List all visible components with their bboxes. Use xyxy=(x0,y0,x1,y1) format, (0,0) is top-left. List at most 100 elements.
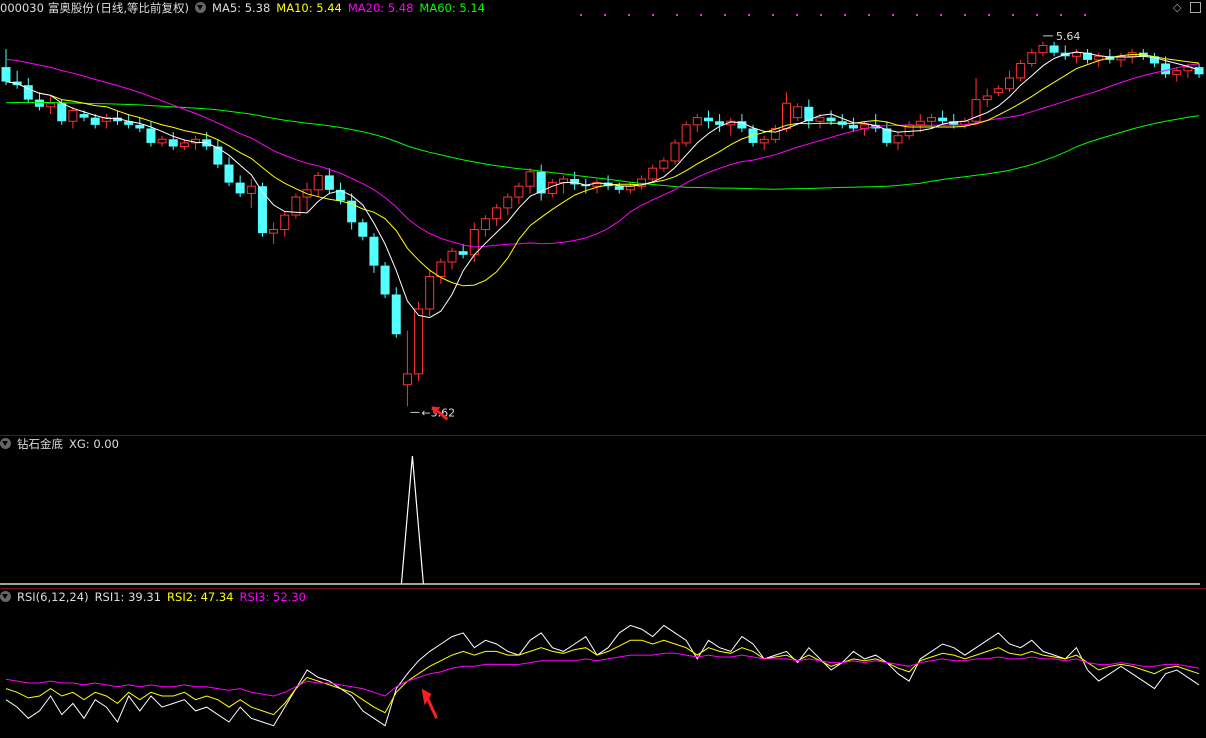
candle-body xyxy=(380,265,390,295)
candle-body xyxy=(1049,45,1059,53)
price-mode: (日线,等比前复权) xyxy=(95,1,190,15)
indicator-panel: 钻石金底 XG: 0.00 xyxy=(0,436,1206,588)
candle-body xyxy=(135,124,145,129)
candle-body xyxy=(235,182,245,194)
candle-body xyxy=(692,117,702,126)
candle-body xyxy=(514,185,524,198)
candle-body xyxy=(1161,63,1171,75)
candle-body xyxy=(759,138,769,144)
candle-body xyxy=(480,218,490,231)
candle-body xyxy=(425,275,435,310)
signal-dot xyxy=(724,14,726,16)
candle-body xyxy=(625,185,635,191)
signal-dot xyxy=(964,14,966,16)
candle-body xyxy=(391,294,401,335)
candle-body xyxy=(257,186,267,234)
candle-body xyxy=(46,102,56,108)
ma20-label: MA20: xyxy=(347,1,385,15)
candle-body xyxy=(670,142,680,162)
rsi3-line xyxy=(5,652,1200,697)
candle-body xyxy=(157,138,167,144)
candle-body xyxy=(369,236,379,266)
signal-dot xyxy=(652,14,654,16)
signal-dot xyxy=(868,14,870,16)
candlestick-panel: 000030 富奥股份 (日线,等比前复权) MA5: 5.38 MA10: 5.44 M… xyxy=(0,0,1206,435)
dropdown-icon[interactable] xyxy=(0,591,11,602)
candle-body xyxy=(525,171,535,187)
candle-body xyxy=(213,146,223,165)
signal-dot xyxy=(748,14,750,16)
candle-body xyxy=(168,139,178,147)
candle-body xyxy=(1194,67,1204,75)
xg-label: XG: xyxy=(69,437,90,451)
stock-code: 000030 xyxy=(0,1,44,15)
ma10-value: 5.44 xyxy=(316,1,342,15)
ma60-label: MA60: xyxy=(419,1,456,15)
candle-body xyxy=(224,164,234,183)
candle-body xyxy=(414,308,424,375)
ma20-line xyxy=(5,58,1200,248)
ma5-value: 5.38 xyxy=(244,1,271,15)
candle-body xyxy=(1094,55,1104,61)
candle-body xyxy=(614,186,624,190)
rsi2-value: 47.34 xyxy=(200,590,234,604)
candle-body xyxy=(269,229,279,234)
candle-body xyxy=(79,114,89,118)
candle-body xyxy=(715,121,725,125)
candle-body xyxy=(34,99,44,107)
candlestick-chart: 5.64←3.62 xyxy=(1,14,1204,421)
dropdown-icon[interactable] xyxy=(195,2,207,13)
ma5-label: MA5: xyxy=(212,1,242,15)
candle-body xyxy=(848,124,858,129)
ma10-label: MA10: xyxy=(276,1,313,15)
signal-dot xyxy=(988,14,990,16)
candle-body xyxy=(1172,70,1182,75)
signal-dot xyxy=(700,14,702,16)
candle-body xyxy=(402,373,412,386)
candle-body xyxy=(648,167,658,180)
rsi-header: RSI(6,12,24) RSI1: 39.31 RSI2: 47.34 RSI3: … xyxy=(0,589,312,605)
candle-body xyxy=(324,175,334,190)
candle-body xyxy=(1005,77,1014,90)
rsi3-value: 52.30 xyxy=(273,590,306,604)
signal-dot xyxy=(1060,14,1062,16)
candle-body xyxy=(179,142,189,148)
rsi1-label: RSI1: xyxy=(94,590,125,604)
diamond-icon[interactable]: ◇ xyxy=(1173,1,1181,14)
candle-body xyxy=(1038,44,1048,54)
signal-dot xyxy=(892,14,894,16)
ma10-line xyxy=(5,53,1200,287)
candle-body xyxy=(681,124,691,144)
candle-body xyxy=(703,117,713,122)
xg-value: 0.00 xyxy=(93,437,119,451)
candle-body xyxy=(1027,52,1037,65)
candle-body xyxy=(1016,63,1026,79)
signal-dot xyxy=(580,14,582,16)
candle-body xyxy=(915,120,925,126)
candle-body xyxy=(659,160,669,169)
signal-dot xyxy=(1084,14,1086,16)
candle-body xyxy=(68,109,78,122)
candle-body xyxy=(90,117,100,125)
signal-dot xyxy=(820,14,822,16)
dropdown-icon[interactable] xyxy=(0,438,11,449)
stock-name: 富奥股份 xyxy=(47,1,94,15)
signal-dot xyxy=(1012,14,1014,16)
candle-body xyxy=(313,174,323,191)
candle-body xyxy=(982,95,992,101)
ma60-value: 5.14 xyxy=(459,1,485,15)
candle-body xyxy=(246,185,256,194)
candle-body xyxy=(458,251,468,255)
candle-body xyxy=(358,222,368,237)
signal-dot xyxy=(604,14,606,16)
rsi1-value: 39.31 xyxy=(128,590,162,604)
candle-body xyxy=(893,135,903,144)
rsi-panel: RSI(6,12,24) RSI1: 39.31 RSI2: 47.34 RSI3: … xyxy=(0,589,1206,738)
ma5-line xyxy=(5,51,1200,319)
rsi2-label: RSI2: xyxy=(167,590,197,604)
candle-body xyxy=(469,229,479,256)
candle-body xyxy=(280,214,290,231)
xg-spike xyxy=(400,455,424,585)
rsi3-label: RSI3: xyxy=(239,590,270,604)
candle-body xyxy=(436,261,446,277)
